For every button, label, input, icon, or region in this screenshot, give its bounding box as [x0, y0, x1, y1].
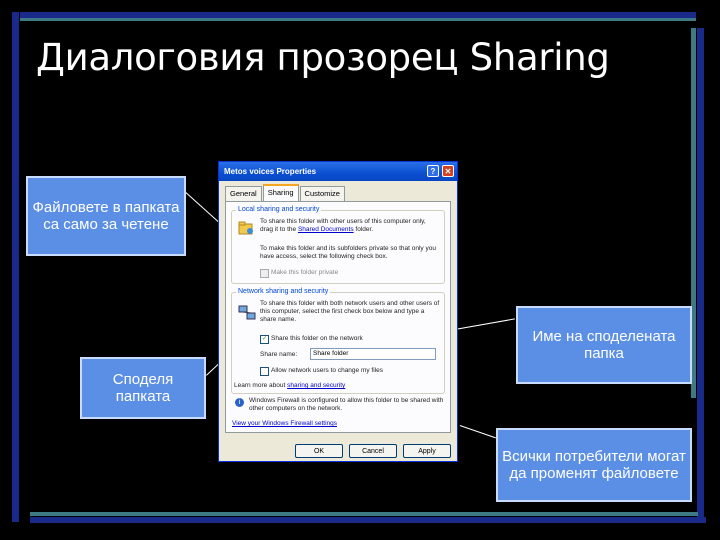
- cancel-button[interactable]: Cancel: [349, 444, 397, 458]
- tab-sharing[interactable]: Sharing: [262, 184, 299, 201]
- properties-dialog: Metos voices Properties ? ✕ General Shar…: [218, 161, 458, 462]
- local-sharing-group: Local sharing and security To share this…: [231, 206, 445, 284]
- sharing-panel: Local sharing and security To share this…: [225, 201, 451, 433]
- callout-share-folder-text: Споделя папката: [112, 371, 174, 405]
- callout-share-name: Име на споделената папка: [516, 306, 692, 384]
- firewall-text: Windows Firewall is configured to allow …: [249, 397, 444, 412]
- network-sharing-text: To share this folder with both network u…: [260, 300, 440, 323]
- close-button[interactable]: ✕: [442, 165, 454, 177]
- left-bar: [12, 12, 19, 522]
- tab-strip: General Sharing Customize: [225, 184, 346, 201]
- help-button[interactable]: ?: [427, 165, 439, 177]
- callout-read-only: Файловете в папката са само за четене: [26, 176, 186, 256]
- local-sharing-text: To share this folder with other users of…: [260, 218, 426, 233]
- bottom-bar-teal: [30, 512, 698, 516]
- top-bar-teal: [20, 18, 696, 21]
- network-share-icon: [238, 305, 256, 321]
- share-folder-label: Share this folder on the network: [271, 335, 363, 342]
- share-folder-checkbox[interactable]: ✓: [260, 335, 269, 344]
- network-sharing-group: Network sharing and security To share th…: [231, 288, 445, 394]
- shared-folder-icon: [238, 221, 254, 235]
- share-name-label: Share name:: [260, 351, 298, 358]
- share-name-input[interactable]: Share folder: [310, 348, 436, 360]
- dialog-title: Metos voices Properties: [224, 167, 317, 176]
- local-sharing-label: Local sharing and security: [236, 206, 322, 213]
- apply-button[interactable]: Apply: [403, 444, 451, 458]
- shared-documents-link[interactable]: Shared Documents: [298, 226, 354, 233]
- dialog-titlebar[interactable]: Metos voices Properties ? ✕: [219, 162, 457, 181]
- connector-line: [459, 425, 496, 439]
- slide-title: Диалоговия прозорец Sharing: [36, 36, 610, 79]
- callout-all-users: Всички потребители могат да променят фай…: [496, 428, 692, 502]
- sharing-security-link[interactable]: sharing and security: [287, 382, 345, 389]
- network-sharing-label: Network sharing and security: [236, 288, 331, 295]
- allow-change-checkbox[interactable]: [260, 367, 269, 376]
- bottom-bar-blue: [30, 517, 706, 523]
- make-private-label: Make this folder private: [271, 269, 339, 276]
- info-icon: i: [235, 398, 244, 407]
- tab-general[interactable]: General: [225, 186, 262, 201]
- callout-share-name-text: Име на споделената папка: [532, 328, 676, 362]
- callout-all-users-text: Всички потребители могат да променят фай…: [502, 448, 686, 482]
- private-folder-text: To make this folder and its subfolders p…: [260, 245, 436, 260]
- make-private-checkbox[interactable]: [260, 269, 269, 278]
- allow-change-label: Allow network users to change my files: [271, 367, 383, 374]
- right-bar-blue: [697, 28, 704, 523]
- tab-customize[interactable]: Customize: [299, 186, 345, 201]
- callout-share-folder: Име на споделената папка Споделя папката: [80, 357, 206, 419]
- learn-more-text: Learn more about sharing and security: [234, 382, 346, 389]
- ok-button[interactable]: OK: [295, 444, 343, 458]
- firewall-settings-link[interactable]: View your Windows Firewall settings: [232, 420, 337, 428]
- connector-line: [185, 192, 221, 224]
